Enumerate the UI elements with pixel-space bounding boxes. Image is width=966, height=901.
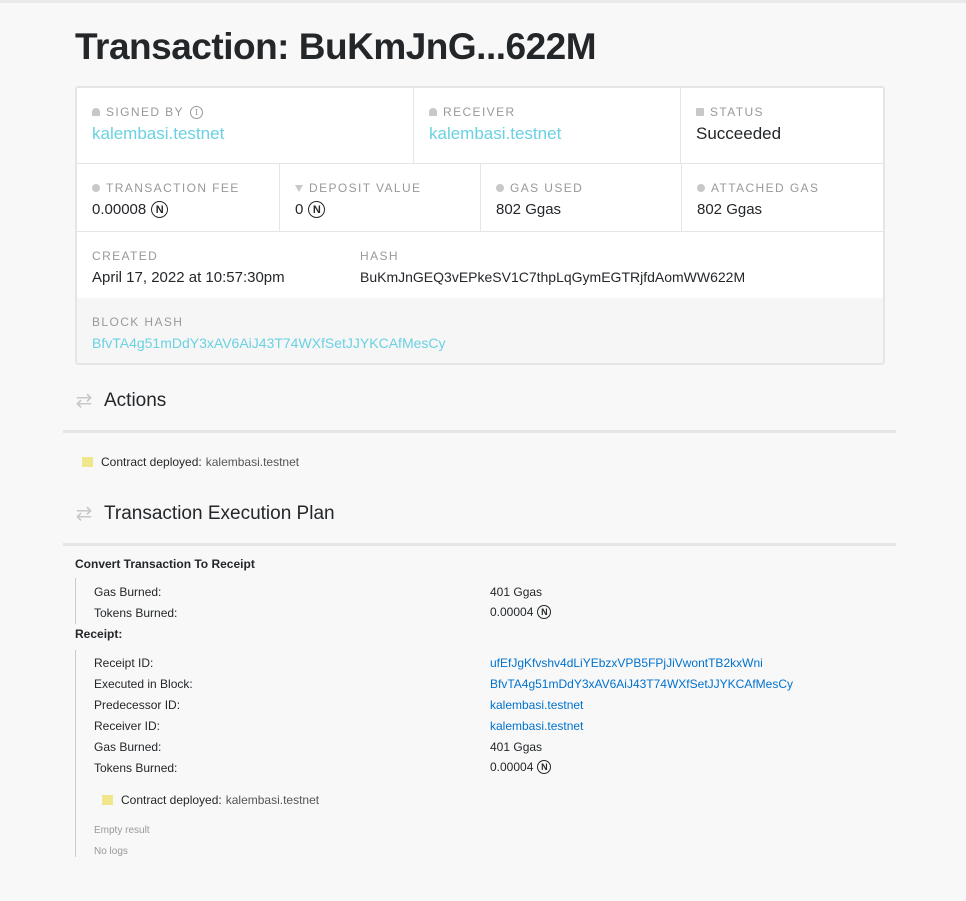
hash-label: HASH [360, 249, 399, 263]
receipt-gas-burned-value: 401 Ggas [490, 740, 543, 754]
funnel-icon [295, 184, 303, 192]
near-token-icon: N [151, 201, 169, 218]
receipt-action-value: kalembasi.testnet [225, 793, 320, 807]
block-hash-label: BLOCK HASH [92, 315, 184, 329]
coin-icon [496, 184, 504, 192]
receiver-id-label: Receiver ID: [94, 719, 161, 733]
transaction-fee-label: TRANSACTION FEE [106, 181, 240, 195]
transaction-fee-value: 0.00008 [92, 201, 147, 218]
hash-cell: HASH BuKmJnGEQ3vEPkeSV1C7thpLqGymEGTRjfd… [345, 232, 883, 298]
receipt-result: Empty result [94, 825, 150, 836]
execution-plan-header: ⇄ Transaction Execution Plan [74, 501, 335, 526]
chat-icon [696, 108, 704, 116]
receipt-title: Receipt: [75, 627, 123, 641]
top-border [0, 0, 966, 3]
block-hash-link[interactable]: BfvTA4g51mDdY3xAV6AiJ43T74WXfSetJJYKCAfM… [92, 335, 883, 351]
status-cell: STATUS Succeeded [681, 88, 883, 163]
receipt-action-label: Contract deployed: [121, 793, 222, 807]
executed-in-block-link[interactable]: BfvTA4g51mDdY3xAV6AiJ43T74WXfSetJJYKCAfM… [490, 677, 793, 691]
coin-icon [697, 184, 705, 192]
swap-icon: ⇄ [75, 503, 93, 525]
actions-heading: Actions [104, 389, 167, 411]
signed-by-cell: SIGNED BY i kalembasi.testnet [77, 88, 413, 163]
attached-gas-value: 802 Ggas [697, 201, 763, 218]
transaction-fee-cell: TRANSACTION FEE 0.00008 N [77, 164, 279, 231]
deposit-value: 0 [295, 201, 304, 218]
near-token-icon: N [537, 760, 552, 774]
action-value: kalembasi.testnet [205, 455, 300, 469]
convert-gas-burned-value: 401 Ggas [490, 585, 543, 599]
receiver-link[interactable]: kalembasi.testnet [429, 124, 680, 144]
receipt-logs: No logs [94, 846, 128, 857]
action-item: Contract deployed: kalembasi.testnet [82, 455, 299, 469]
receiver-id-link[interactable]: kalembasi.testnet [490, 719, 583, 733]
signed-by-label: SIGNED BY [106, 105, 184, 119]
gas-used-cell: GAS USED 802 Ggas [481, 164, 682, 231]
receipt-id-link[interactable]: ufEfJgKfvshv4dLiYEbzxVPB5FPjJiVwontTB2kx… [490, 656, 763, 670]
receipt-tokens-burned-label: Tokens Burned: [94, 761, 178, 775]
contract-icon [102, 795, 113, 805]
receipt-gas-burned-label: Gas Burned: [94, 740, 162, 754]
person-icon [92, 108, 100, 116]
coin-icon [92, 184, 100, 192]
deposit-value-cell: DEPOSIT VALUE 0 N [280, 164, 480, 231]
receipt-id-label: Receipt ID: [94, 656, 154, 670]
page-title: Transaction: BuKmJnG...622M [75, 26, 597, 67]
created-value: April 17, 2022 at 10:57:30pm [92, 269, 285, 286]
receiver-label: RECEIVER [443, 105, 516, 119]
receiver-cell: RECEIVER kalembasi.testnet [414, 88, 680, 163]
near-token-icon: N [308, 201, 326, 218]
status-label: STATUS [710, 105, 764, 119]
created-cell: CREATED April 17, 2022 at 10:57:30pm [77, 232, 345, 298]
created-label: CREATED [92, 249, 159, 263]
convert-tokens-burned-label: Tokens Burned: [94, 606, 178, 620]
receipt-tokens-burned: 0.00004 N [490, 760, 552, 774]
action-label: Contract deployed: [101, 455, 202, 469]
convert-gas-burned-label: Gas Burned: [94, 585, 162, 599]
contract-icon [82, 457, 93, 467]
info-icon[interactable]: i [189, 105, 203, 119]
block-hash-cell: BLOCK HASH BfvTA4g51mDdY3xAV6AiJ43T74WXf… [77, 298, 883, 363]
predecessor-id-label: Predecessor ID: [94, 698, 181, 712]
deposit-value-label: DEPOSIT VALUE [309, 181, 422, 195]
convert-tokens-burned-value: 0.00004 [490, 605, 534, 619]
person-icon [429, 108, 437, 116]
gas-used-label: GAS USED [510, 181, 584, 195]
executed-in-block-label: Executed in Block: [94, 677, 193, 691]
gas-used-value: 802 Ggas [496, 201, 562, 218]
attached-gas-label: ATTACHED GAS [711, 181, 820, 195]
near-token-icon: N [537, 605, 552, 619]
predecessor-id-link[interactable]: kalembasi.testnet [490, 698, 583, 712]
execution-plan-heading: Transaction Execution Plan [104, 502, 335, 524]
hash-value: BuKmJnGEQ3vEPkeSV1C7thpLqGymEGTRjfdAomWW… [360, 269, 746, 285]
receipt-action-item: Contract deployed: kalembasi.testnet [102, 793, 319, 807]
receipt-tokens-burned-value: 0.00004 [490, 760, 534, 774]
status-value: Succeeded [696, 124, 782, 143]
signed-by-link[interactable]: kalembasi.testnet [92, 124, 413, 144]
actions-header: ⇄ Actions [74, 388, 167, 413]
convert-title: Convert Transaction To Receipt [75, 557, 255, 571]
transaction-summary-card: SIGNED BY i kalembasi.testnet RECEIVER k… [75, 86, 885, 365]
attached-gas-cell: ATTACHED GAS 802 Ggas [682, 164, 883, 231]
convert-tokens-burned: 0.00004 N [490, 605, 552, 619]
swap-icon: ⇄ [75, 390, 93, 412]
